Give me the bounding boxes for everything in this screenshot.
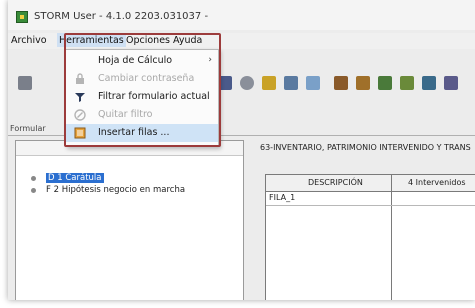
- storm-app-icon: [16, 11, 28, 23]
- tree-node-icon: [31, 176, 36, 181]
- menu-item-filtrar-formulario[interactable]: Filtrar formulario actual: [66, 88, 218, 106]
- grid-header: DESCRIPCIÓN 4 Intervenidos: [266, 175, 475, 192]
- tool-icon[interactable]: [444, 76, 458, 90]
- menu-item-hoja-de-calculo[interactable]: Hoja de Cálculo ›: [66, 52, 218, 70]
- menu-bar: Archivo Herramientas Opciones Ayuda: [8, 33, 475, 49]
- menu-item-label: Quitar filtro: [98, 109, 153, 120]
- save-icon[interactable]: [18, 76, 32, 90]
- form-panel: 63-INVENTARIO, PATRIMONIO INTERVENIDO Y …: [248, 140, 475, 300]
- tree-item-label: D 1 Carátula: [46, 173, 104, 183]
- insert-rows-icon: [74, 127, 86, 139]
- tree-item-hipotesis[interactable]: F 2 Hipótesis negocio en marcha: [31, 185, 186, 195]
- tool-icon[interactable]: [422, 76, 436, 90]
- tool-icon[interactable]: [400, 76, 414, 90]
- tree-item-caratula[interactable]: D 1 Carátula: [31, 173, 104, 183]
- filter-icon[interactable]: [262, 76, 276, 90]
- export-icon[interactable]: [356, 76, 370, 90]
- menu-item-cambiar-contrasena[interactable]: Cambiar contraseña: [66, 70, 218, 88]
- column-header-intervenidos[interactable]: 4 Intervenidos: [408, 178, 466, 187]
- menu-archivo[interactable]: Archivo: [11, 35, 47, 46]
- menu-ayuda[interactable]: Ayuda: [173, 35, 202, 46]
- cell-descripcion[interactable]: FILA_1: [269, 193, 295, 202]
- search-icon[interactable]: [284, 76, 298, 90]
- form-title: 63-INVENTARIO, PATRIMONIO INTERVENIDO Y …: [260, 143, 471, 152]
- tool-icon[interactable]: [378, 76, 392, 90]
- menu-item-insertar-filas[interactable]: Insertar filas ...: [66, 124, 218, 142]
- table-row[interactable]: FILA_1: [266, 191, 475, 206]
- remove-filter-icon: [74, 109, 86, 121]
- undo-icon[interactable]: [218, 76, 232, 90]
- menu-item-label: Cambiar contraseña: [98, 73, 195, 84]
- menu-opciones[interactable]: Opciones: [126, 35, 170, 46]
- herramientas-dropdown: Hoja de Cálculo › Cambiar contraseña Fil…: [65, 49, 219, 147]
- menu-item-label: Insertar filas ...: [98, 127, 170, 138]
- submenu-arrow-icon: ›: [208, 55, 212, 65]
- formulario-label: Formular: [10, 124, 46, 133]
- menu-item-label: Filtrar formulario actual: [98, 91, 210, 102]
- folder-icon[interactable]: [306, 76, 320, 90]
- redo-icon[interactable]: [240, 76, 254, 90]
- menu-herramientas[interactable]: Herramientas: [57, 33, 126, 47]
- menu-item-quitar-filtro[interactable]: Quitar filtro: [66, 106, 218, 124]
- filter-icon: [74, 91, 86, 103]
- grid-icon[interactable]: [334, 76, 348, 90]
- lock-icon: [74, 73, 86, 85]
- window-title: STORM User - 4.1.0 2203.031037 -: [34, 11, 209, 22]
- tree-node-icon: [31, 188, 36, 193]
- data-grid: DESCRIPCIÓN 4 Intervenidos FILA_1: [265, 174, 475, 300]
- title-bar: STORM User - 4.1.0 2203.031037 -: [8, 0, 475, 30]
- menu-item-label: Hoja de Cálculo: [98, 55, 173, 66]
- tree-item-label: F 2 Hipótesis negocio en marcha: [46, 185, 186, 195]
- app-window: STORM User - 4.1.0 2203.031037 - Archivo…: [8, 0, 475, 300]
- column-header-descripcion[interactable]: DESCRIPCIÓN: [308, 178, 363, 187]
- forms-tree-panel: D 1 Carátula F 2 Hipótesis negocio en ma…: [15, 140, 244, 300]
